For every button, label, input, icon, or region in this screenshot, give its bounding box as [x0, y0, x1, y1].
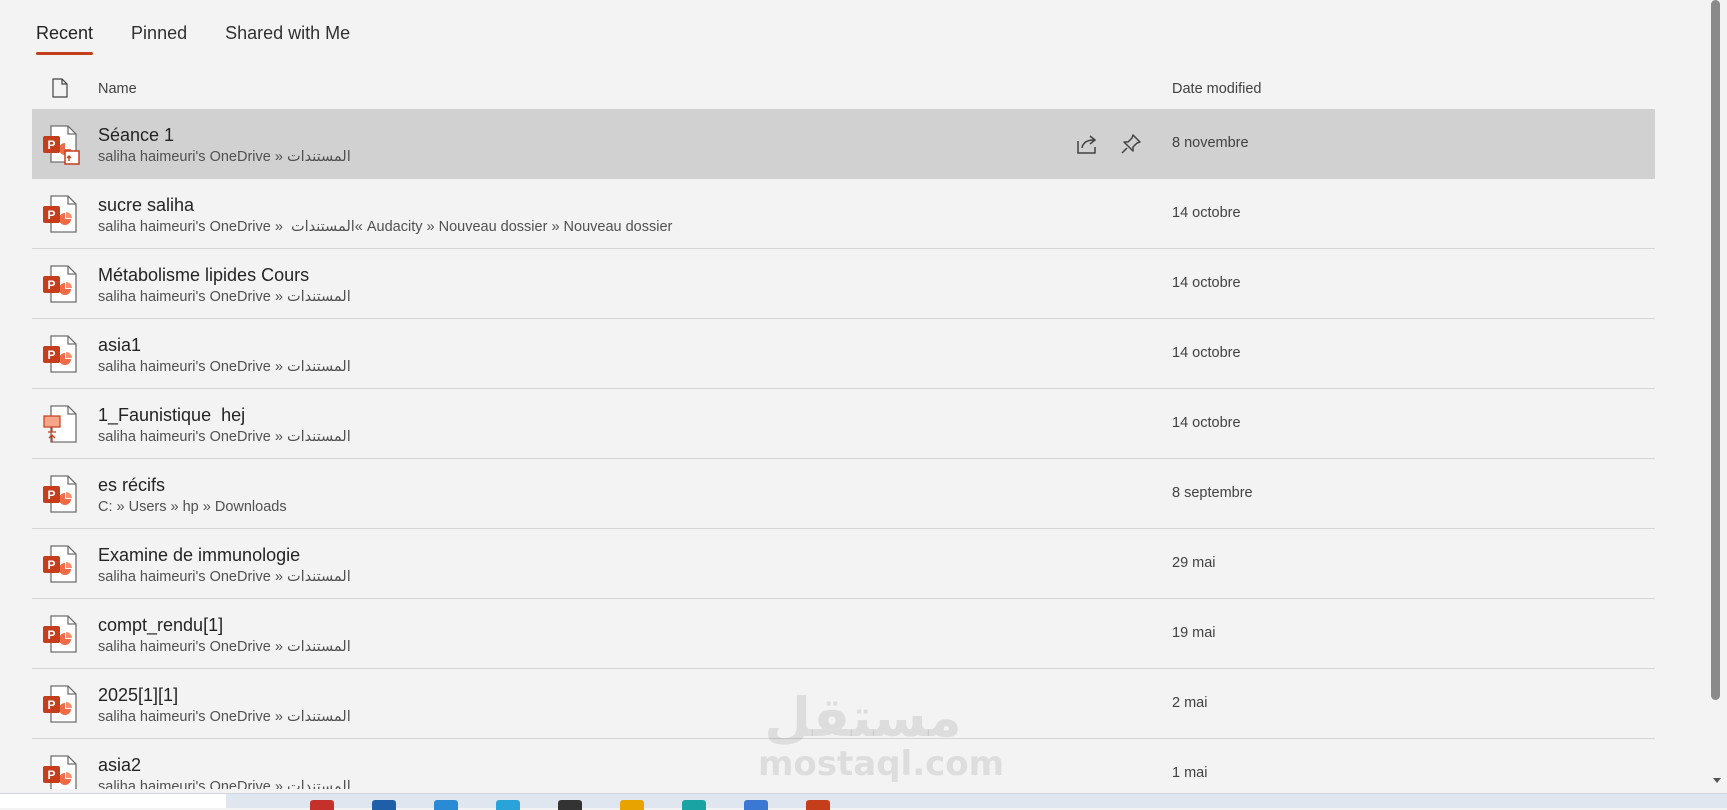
file-date-modified: 14 octobre [1172, 345, 1241, 361]
file-date-modified: 29 mai [1172, 555, 1216, 571]
file-date-modified: 2 mai [1172, 695, 1208, 711]
tab-recent[interactable]: Recent [36, 22, 94, 56]
taskbar-app-icon[interactable] [310, 800, 334, 810]
file-row[interactable]: P Séance 1 saliha haimeuri's OneDrive » ال… [32, 109, 1655, 179]
powerpoint-icon: P [42, 265, 78, 303]
file-location: saliha haimeuri's OneDrive » المستندات [98, 149, 351, 165]
file-name: compt_rendu[1] [98, 615, 224, 635]
tab-bar: Recent Pinned Shared with Me [36, 22, 388, 56]
file-location: saliha haimeuri's OneDrive » المستندات« … [98, 219, 673, 235]
powerpoint-icon: P [42, 685, 78, 723]
file-row[interactable]: P 2025[1][1] saliha haimeuri's OneDrive » … [32, 669, 1655, 739]
file-location: saliha haimeuri's OneDrive » المستندات [98, 289, 351, 305]
taskbar-app-icon[interactable] [744, 800, 768, 810]
file-row[interactable]: Pcompt_rendu[1]saliha haimeuri's OneDriv… [32, 599, 1655, 669]
file-row[interactable]: 1_Faunistique hej saliha haimeuri's OneDr… [32, 389, 1655, 459]
file-location: saliha haimeuri's OneDrive » المستندات [98, 709, 351, 725]
file-date-modified: 1 mai [1172, 765, 1208, 781]
scroll-down-arrow-icon[interactable] [1711, 774, 1723, 786]
recent-file-list: P Séance 1 saliha haimeuri's OneDrive » ال… [32, 109, 1655, 789]
presentation-template-icon [42, 405, 78, 443]
powerpoint-shared-icon: P [42, 125, 80, 165]
file-location: saliha haimeuri's OneDrive » المستندات [98, 359, 351, 375]
svg-text:P: P [47, 768, 55, 782]
file-date-modified: 8 novembre [1172, 135, 1249, 151]
svg-text:P: P [47, 488, 55, 502]
file-row[interactable]: Pes récifs C: » Users » hp » Downloads 8 s… [32, 459, 1655, 529]
file-name: Séance 1 [98, 125, 175, 145]
share-icon[interactable] [1075, 132, 1099, 156]
taskbar-powerpoint-icon[interactable] [806, 800, 830, 810]
taskbar-app-icon[interactable] [682, 800, 706, 810]
name-column-header[interactable]: Name [98, 81, 137, 97]
file-date-modified: 14 octobre [1172, 415, 1241, 431]
tab-pinned[interactable]: Pinned [131, 22, 187, 56]
file-type-column-icon[interactable] [52, 78, 68, 102]
file-date-modified: 8 septembre [1172, 485, 1253, 501]
scrollbar-thumb[interactable] [1711, 0, 1720, 700]
file-location: saliha haimeuri's OneDrive » المستندات [98, 429, 351, 445]
taskbar-app-icon[interactable] [620, 800, 644, 810]
file-location: saliha haimeuri's OneDrive » المستندات [98, 779, 351, 789]
svg-text:P: P [47, 278, 55, 292]
file-name: Métabolisme lipides Cours [98, 265, 310, 285]
file-row[interactable]: P Métabolisme lipides Cours saliha haimeur… [32, 249, 1655, 319]
powerpoint-icon: P [42, 195, 78, 233]
powerpoint-icon: P [42, 755, 78, 789]
svg-text:P: P [47, 138, 55, 152]
file-date-modified: 14 octobre [1172, 275, 1241, 291]
file-list-header: Name Date modified [32, 76, 1655, 104]
taskbar-app-icon[interactable] [558, 800, 582, 810]
pin-icon[interactable] [1119, 132, 1143, 156]
file-location: C: » Users » hp » Downloads [98, 499, 287, 515]
powerpoint-icon: P [42, 475, 78, 513]
file-row[interactable]: Psucre saliha saliha haimeuri's OneDrive … [32, 179, 1655, 249]
file-row[interactable]: Pasia1 saliha haimeuri's OneDrive » المست… [32, 319, 1655, 389]
svg-text:P: P [47, 558, 55, 572]
svg-text:P: P [47, 348, 55, 362]
file-row[interactable]: P Examine de immunologie saliha haimeuri's… [32, 529, 1655, 599]
file-name: es récifs [98, 475, 166, 495]
tab-shared-with-me[interactable]: Shared with Me [225, 22, 350, 56]
file-name: asia1 [98, 335, 142, 355]
file-date-modified: 19 mai [1172, 625, 1216, 641]
powerpoint-icon: P [42, 335, 78, 373]
file-date-modified: 14 octobre [1172, 205, 1241, 221]
taskbar-search-area[interactable] [0, 794, 226, 808]
taskbar [0, 793, 1727, 810]
file-row[interactable]: Pasia2 saliha haimeuri's OneDrive » المست… [32, 739, 1655, 789]
powerpoint-icon: P [42, 545, 78, 583]
svg-text:P: P [47, 628, 55, 642]
taskbar-app-icon[interactable] [372, 800, 396, 810]
file-name: asia2 [98, 755, 142, 775]
svg-text:P: P [47, 208, 55, 222]
file-name: 2025[1][1] [98, 685, 179, 705]
file-location: saliha haimeuri's OneDrive » المستندات [98, 639, 351, 655]
file-name: sucre saliha [98, 195, 195, 215]
file-name: 1_Faunistique hej [98, 405, 246, 425]
date-modified-column-header[interactable]: Date modified [1172, 81, 1261, 97]
vertical-scrollbar[interactable] [1707, 0, 1727, 793]
powerpoint-icon: P [42, 615, 78, 653]
file-location: saliha haimeuri's OneDrive » المستندات [98, 569, 351, 585]
file-name: Examine de immunologie [98, 545, 301, 565]
svg-text:P: P [47, 698, 55, 712]
taskbar-app-icon[interactable] [496, 800, 520, 810]
taskbar-app-icon[interactable] [434, 800, 458, 810]
